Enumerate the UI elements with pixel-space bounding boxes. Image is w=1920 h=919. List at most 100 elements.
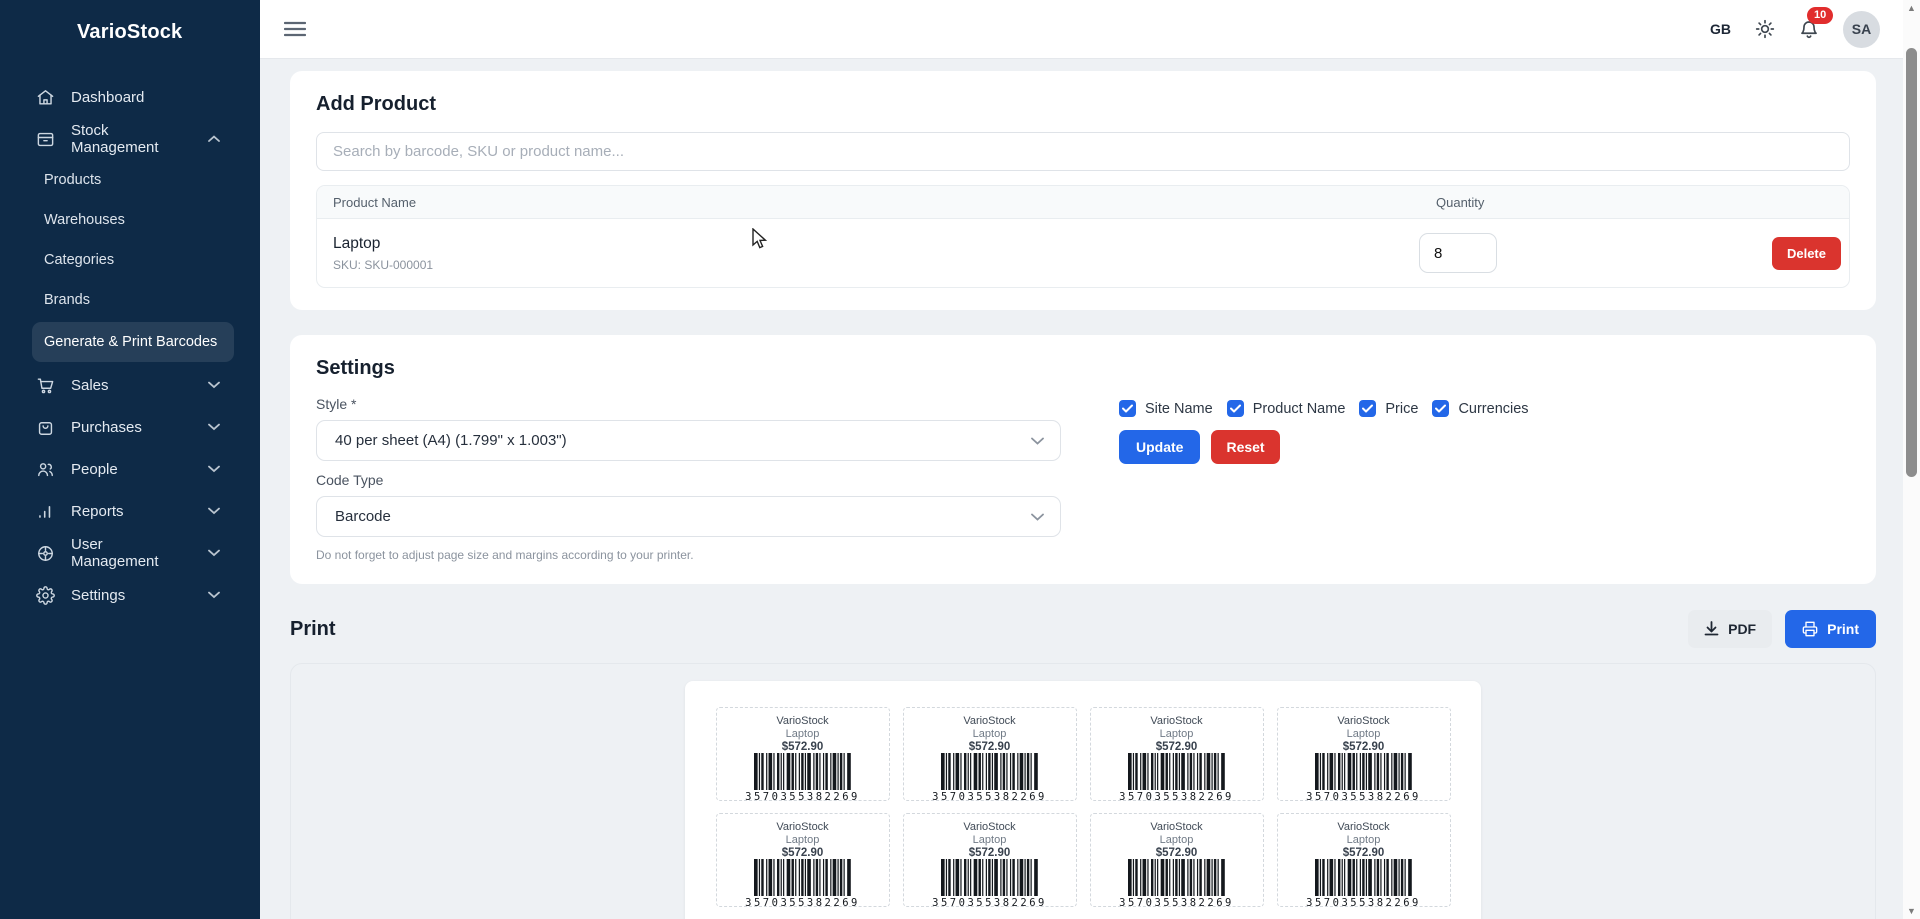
- checkbox-price[interactable]: Price: [1359, 400, 1418, 417]
- barcode-graphic: [940, 753, 1039, 790]
- label-site-name: VarioStock: [963, 715, 1016, 727]
- style-select-value: 40 per sheet (A4) (1.799" x 1.003"): [335, 432, 567, 449]
- sidebar-item-warehouses[interactable]: Warehouses: [0, 200, 260, 240]
- checkbox-checked-icon: [1119, 400, 1136, 417]
- label-site-name: VarioStock: [1337, 821, 1390, 833]
- scroll-down-arrow[interactable]: ▼: [1907, 903, 1916, 919]
- label-price: $572.90: [1155, 847, 1198, 859]
- sidebar: VarioStock Dashboard Stock Management Prod…: [0, 0, 260, 919]
- product-table-header: Product Name Quantity: [317, 186, 1849, 219]
- label-site-name: VarioStock: [776, 715, 829, 727]
- sidebar-item-people[interactable]: People: [0, 448, 260, 490]
- sidebar-item-label: Purchases: [71, 418, 142, 436]
- vertical-scrollbar[interactable]: ▲ ▼: [1903, 0, 1920, 919]
- chart-icon: [36, 502, 55, 521]
- print-section-header: Print PDF Print: [290, 610, 1876, 648]
- checkbox-row: Site Name Product Name Price Currencies: [1119, 400, 1850, 417]
- print-button-label: Print: [1827, 621, 1859, 637]
- sidebar-item-reports[interactable]: Reports: [0, 490, 260, 532]
- sun-icon[interactable]: [1755, 19, 1775, 39]
- settings-title: Settings: [316, 357, 395, 379]
- label-price: $572.90: [1155, 741, 1198, 753]
- label-product-name: Laptop: [1159, 728, 1194, 740]
- label-site-name: VarioStock: [1150, 715, 1203, 727]
- quantity-input[interactable]: [1419, 233, 1497, 273]
- chevron-down-icon: [208, 507, 220, 515]
- checkbox-product-name[interactable]: Product Name: [1226, 400, 1345, 417]
- barcode-label: VarioStock Laptop $572.90 3570355382269: [1276, 707, 1451, 803]
- sidebar-item-label: Reports: [71, 502, 124, 520]
- sidebar-item-label: User Management: [71, 536, 159, 570]
- update-button[interactable]: Update: [1119, 430, 1201, 464]
- label-product-name: Laptop: [972, 728, 1007, 740]
- download-icon: [1704, 621, 1719, 637]
- checkbox-currencies[interactable]: Currencies: [1432, 400, 1529, 417]
- reset-button[interactable]: Reset: [1211, 430, 1280, 464]
- sidebar-item-label: Stock Management: [71, 122, 159, 156]
- barcode-graphic: [1127, 859, 1226, 896]
- sidebar-item-generate-print-barcodes[interactable]: Generate & Print Barcodes: [32, 322, 234, 362]
- barcode-label: VarioStock Laptop $572.90 3570355382269: [1276, 813, 1451, 909]
- sidebar-item-label: Dashboard: [71, 88, 145, 106]
- barcode-graphic: [1314, 859, 1413, 896]
- chevron-down-icon: [208, 591, 220, 599]
- sidebar-item-label: Sales: [71, 376, 109, 394]
- language-selector[interactable]: GB: [1710, 21, 1731, 37]
- print-title: Print: [290, 617, 336, 640]
- print-button[interactable]: Print: [1785, 610, 1876, 648]
- notification-badge: 10: [1807, 6, 1834, 24]
- scroll-up-arrow[interactable]: ▲: [1907, 0, 1916, 16]
- sidebar-item-label: People: [71, 460, 118, 478]
- checkbox-label: Currencies: [1458, 400, 1529, 417]
- sidebar-item-dashboard[interactable]: Dashboard: [0, 76, 260, 118]
- sidebar-item-brands[interactable]: Brands: [0, 280, 260, 320]
- sidebar-item-purchases[interactable]: Purchases: [0, 406, 260, 448]
- chevron-down-icon: [1031, 513, 1044, 521]
- people-icon: [36, 460, 55, 479]
- label-site-name: VarioStock: [963, 821, 1016, 833]
- settings-right-column: Site Name Product Name Price Currencies Upd…: [1119, 396, 1850, 562]
- sidebar-item-categories[interactable]: Categories: [0, 240, 260, 280]
- settings-card: Settings Style * 40 per sheet (A4) (1.79…: [290, 335, 1876, 584]
- barcode-number: 3570355382269: [932, 791, 1047, 803]
- barcode-number: 3570355382269: [1119, 791, 1234, 803]
- checkbox-checked-icon: [1432, 400, 1450, 417]
- label-price: $572.90: [1342, 741, 1385, 753]
- barcode-sheet: VarioStock Laptop $572.90 3570355382269 Vari…: [685, 681, 1481, 919]
- bell-icon[interactable]: 10: [1799, 6, 1834, 40]
- barcode-graphic: [753, 859, 852, 896]
- delete-button[interactable]: Delete: [1771, 236, 1841, 270]
- code-type-select[interactable]: Barcode: [316, 496, 1061, 537]
- pdf-button[interactable]: PDF: [1688, 610, 1773, 648]
- checkbox-label: Site Name: [1145, 400, 1213, 417]
- sidebar-item-settings[interactable]: Settings: [0, 574, 260, 616]
- table-row: Laptop SKU: SKU-000001 Delete: [317, 219, 1849, 287]
- scrollbar-thumb[interactable]: [1906, 48, 1917, 477]
- label-product-name: Laptop: [972, 834, 1007, 846]
- label-product-name: Laptop: [785, 728, 820, 740]
- gear-icon: [36, 585, 55, 605]
- sidebar-item-stock-management[interactable]: Stock Management: [0, 118, 260, 160]
- sidebar-item-label: Settings: [71, 586, 126, 604]
- barcode-number: 3570355382269: [932, 897, 1047, 909]
- printer-note: Do not forget to adjust page size and ma…: [316, 548, 694, 562]
- sidebar-item-user-management[interactable]: User Management: [0, 532, 260, 574]
- product-sku: SKU: SKU-000001: [333, 257, 434, 272]
- hamburger-icon[interactable]: [284, 21, 306, 37]
- avatar[interactable]: SA: [1843, 10, 1880, 48]
- sidebar-nav: Dashboard Stock Management Products Warehou…: [0, 64, 260, 616]
- barcode-graphic: [940, 859, 1039, 896]
- product-search-input[interactable]: [316, 132, 1850, 171]
- print-preview-card: VarioStock Laptop $572.90 3570355382269 Vari…: [290, 663, 1876, 919]
- barcode-label: VarioStock Laptop $572.90 3570355382269: [1089, 707, 1264, 803]
- barcode-label: VarioStock Laptop $572.90 3570355382269: [902, 707, 1077, 803]
- printer-icon: [1802, 621, 1818, 637]
- label-site-name: VarioStock: [1150, 821, 1203, 833]
- style-select[interactable]: 40 per sheet (A4) (1.799" x 1.003"): [316, 420, 1061, 461]
- chevron-up-icon: [208, 135, 220, 143]
- checkbox-site-name[interactable]: Site Name: [1119, 400, 1213, 417]
- barcode-number: 3570355382269: [1306, 791, 1421, 803]
- product-name: Laptop: [333, 234, 381, 252]
- sidebar-item-sales[interactable]: Sales: [0, 364, 260, 406]
- sidebar-item-products[interactable]: Products: [0, 160, 260, 200]
